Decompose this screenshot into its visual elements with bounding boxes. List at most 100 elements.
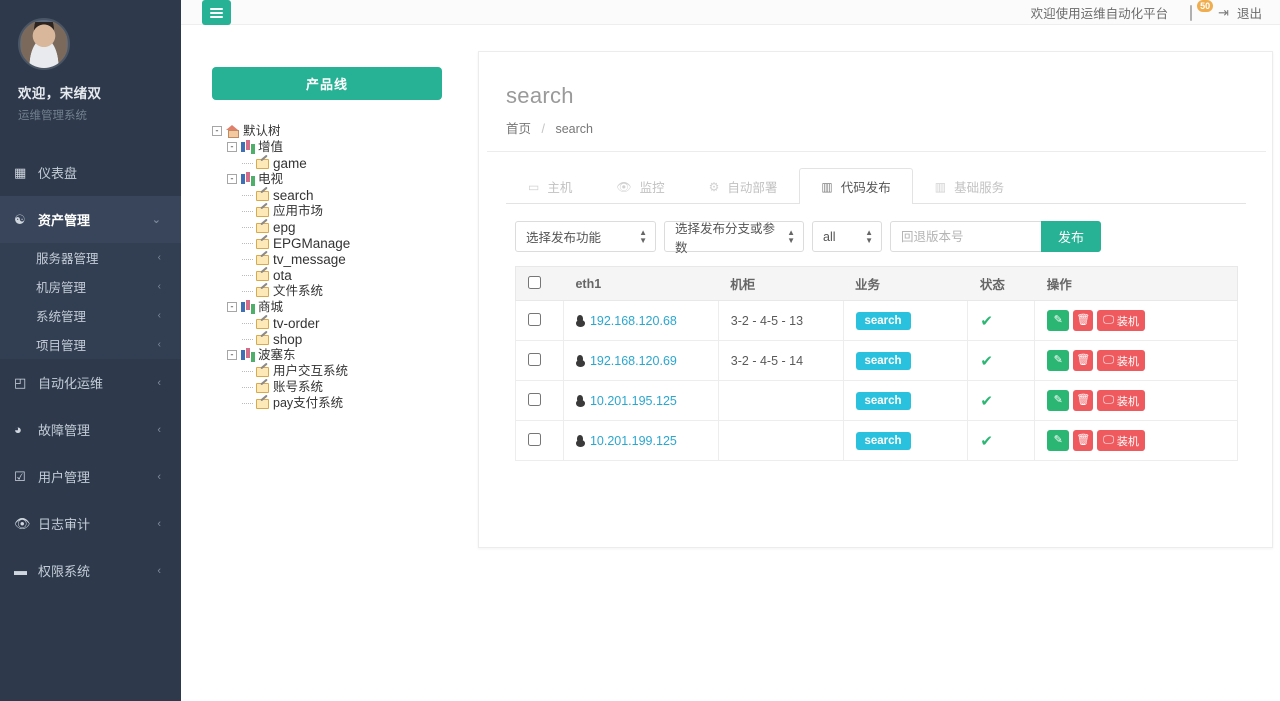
sidebar-item-permission-system[interactable]: ▬ 权限系统 ‹ — [0, 547, 181, 594]
edit-button[interactable]: ✎ — [1047, 430, 1070, 451]
install-button[interactable]: 🖵 装机 — [1097, 350, 1145, 371]
tree-node[interactable]: - 商城 — [212, 299, 462, 315]
row-checkbox[interactable] — [528, 312, 541, 326]
tab-basic-service[interactable]: ▥ 基础服务 — [913, 168, 1026, 204]
table-row: 192.168.120.68 3-2 - 4-5 - 13 search ✔ ✎ 🗑 🖵 装机 — [515, 300, 1238, 341]
tree-node[interactable]: pay支付系统 — [212, 395, 462, 411]
delete-button[interactable]: 🗑 — [1073, 310, 1094, 331]
chevron-left-icon: ‹ — [157, 470, 161, 483]
tab-auto-deploy[interactable]: ⚙ 自动部署 — [687, 168, 800, 204]
gears-icon: ⚙ — [708, 179, 720, 194]
chart-icon: ▥ — [934, 179, 947, 194]
sidebar-subitem-system-management[interactable]: 系统管理 ‹ — [0, 301, 181, 330]
tree-node[interactable]: - 增值 — [212, 139, 462, 155]
delete-button[interactable]: 🗑 — [1073, 430, 1094, 451]
business-tag[interactable]: search — [855, 431, 911, 450]
profile-subtitle: 运维管理系统 — [18, 110, 87, 122]
sidebar-item-dashboard[interactable]: ▦ 仪表盘 — [0, 149, 181, 196]
ip-link[interactable]: 192.168.120.69 — [590, 354, 677, 368]
edit-icon: ✎ — [1053, 394, 1063, 406]
tree-node[interactable]: 应用市场 — [212, 203, 462, 219]
install-button[interactable]: 🖵 装机 — [1097, 430, 1145, 451]
sidebar-item-fault-management[interactable]: ◕ 故障管理 ‹ — [0, 406, 181, 453]
tree-node-label: EPGManage — [273, 235, 351, 251]
tab-monitor[interactable]: 👁 监控 — [594, 168, 686, 204]
tree-toggle-icon[interactable]: - — [227, 174, 237, 184]
edit-button[interactable]: ✎ — [1047, 390, 1070, 411]
tree-node[interactable]: 文件系统 — [212, 283, 462, 299]
delete-button[interactable]: 🗑 — [1073, 390, 1094, 411]
sidebar-item-label: 日志审计 — [38, 517, 91, 532]
tree-node[interactable]: shop — [212, 331, 462, 347]
business-tag[interactable]: search — [855, 311, 911, 330]
edit-button[interactable]: ✎ — [1047, 350, 1070, 371]
breadcrumb-home[interactable]: 首页 — [506, 122, 531, 136]
logout-button[interactable]: ⇥ 退出 — [1218, 3, 1262, 22]
edit-button[interactable]: ✎ — [1047, 310, 1070, 331]
tree-connector — [242, 194, 253, 196]
tree-node-label: epg — [273, 219, 296, 235]
tree-node[interactable]: EPGManage — [212, 235, 462, 251]
tree-node[interactable]: - 电视 — [212, 171, 462, 187]
select-function-dropdown[interactable]: 选择发布功能 ▲ ▼ — [515, 221, 656, 252]
select-branch-dropdown[interactable]: 选择发布分支或参数 ▲ ▼ — [664, 221, 804, 255]
tree-node-label: 用户交互系统 — [273, 363, 349, 378]
tree-node[interactable]: - 波塞东 — [212, 347, 462, 363]
leaf-icon — [255, 252, 270, 266]
select-all-checkbox[interactable] — [528, 275, 541, 289]
sidebar-subitem-project-management[interactable]: 项目管理 ‹ — [0, 330, 181, 359]
sidebar-subitem-label: 服务器管理 — [36, 252, 99, 266]
publish-button[interactable]: 发布 — [1041, 221, 1102, 252]
product-line-button[interactable]: 产品线 — [212, 67, 442, 100]
sidebar-subitem-datacenter-management[interactable]: 机房管理 ‹ — [0, 272, 181, 301]
sidebar-item-log-audit[interactable]: 👁 日志审计 ‹ — [0, 500, 181, 547]
tab-code-release[interactable]: ▥ 代码发布 — [799, 168, 913, 204]
chevron-left-icon: ‹ — [157, 339, 161, 350]
row-checkbox[interactable] — [528, 392, 541, 406]
tree-toggle-icon[interactable]: - — [212, 126, 222, 136]
tree-node[interactable]: tv-order — [212, 315, 462, 331]
sidebar-item-assets[interactable]: ☯ 资产管理 ⌄ — [0, 196, 181, 243]
select-all-dropdown[interactable]: all ▲ ▼ — [812, 221, 882, 252]
install-button[interactable]: 🖵 装机 — [1097, 390, 1145, 411]
row-checkbox[interactable] — [528, 432, 541, 446]
tree-node-label: pay支付系统 — [273, 395, 344, 410]
ip-link[interactable]: 10.201.199.125 — [590, 434, 677, 448]
table-header-eth1: eth1 — [563, 266, 719, 301]
tree-node[interactable]: game — [212, 155, 462, 171]
tree-node[interactable]: - 默认树 — [212, 123, 462, 139]
business-tag[interactable]: search — [855, 351, 911, 370]
tree-node[interactable]: search — [212, 187, 462, 203]
edit-icon: ✎ — [1053, 434, 1063, 446]
table-header-status: 状态 — [967, 266, 1035, 301]
ip-link[interactable]: 192.168.120.68 — [590, 314, 677, 328]
table-header-operations: 操作 — [1034, 266, 1238, 301]
tree-node[interactable]: 账号系统 — [212, 379, 462, 395]
row-business-cell: search — [843, 380, 969, 421]
install-button[interactable]: 🖵 装机 — [1097, 310, 1145, 331]
sidebar-item-user-management[interactable]: ☑ 用户管理 ‹ — [0, 453, 181, 500]
row-checkbox[interactable] — [528, 352, 541, 366]
assets-icon: ☯ — [14, 211, 26, 227]
ip-link[interactable]: 10.201.195.125 — [590, 394, 677, 408]
tree-node[interactable]: ota — [212, 267, 462, 283]
envelope-icon[interactable]: 50 — [1190, 0, 1214, 21]
tree-node[interactable]: 用户交互系统 — [212, 363, 462, 379]
business-tag[interactable]: search — [855, 391, 911, 410]
hamburger-icon[interactable] — [202, 0, 231, 25]
sidebar-subitem-server-management[interactable]: 服务器管理 ‹ — [0, 243, 181, 272]
tree-toggle-icon[interactable]: - — [227, 350, 237, 360]
delete-button[interactable]: 🗑 — [1073, 350, 1094, 371]
rollback-version-input[interactable] — [890, 221, 1042, 252]
tree-toggle-icon[interactable]: - — [227, 142, 237, 152]
sidebar-item-automation[interactable]: ◰ 自动化运维 ‹ — [0, 359, 181, 406]
tree-node[interactable]: epg — [212, 219, 462, 235]
tree-node[interactable]: tv_message — [212, 251, 462, 267]
tree-toggle-icon[interactable]: - — [227, 302, 237, 312]
tab-host[interactable]: ▭ 主机 — [506, 168, 594, 204]
tab-label: 代码发布 — [840, 181, 891, 195]
chevron-left-icon: ‹ — [157, 252, 161, 263]
tab-label: 监控 — [639, 181, 665, 195]
status-ok-icon: ✔ — [980, 392, 993, 410]
leaf-icon — [255, 316, 270, 330]
